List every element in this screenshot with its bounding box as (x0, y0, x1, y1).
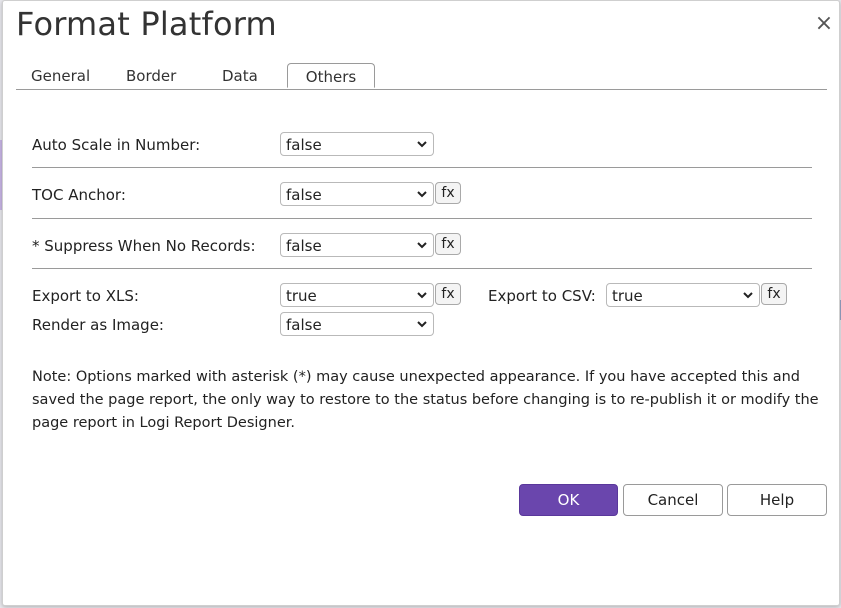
help-button[interactable]: Help (727, 484, 827, 516)
suppress-fx-button[interactable]: fx (435, 233, 461, 255)
chevron-down-icon (417, 242, 427, 249)
toc-anchor-label: TOC Anchor: (32, 186, 126, 204)
auto-scale-value: false (286, 136, 322, 154)
toc-anchor-select[interactable]: false (280, 182, 434, 206)
asterisk-note: Note: Options marked with asterisk (*) m… (32, 369, 819, 431)
export-xls-value: true (286, 287, 317, 305)
chevron-down-icon (743, 292, 753, 299)
tab-others[interactable]: Others (287, 63, 375, 88)
tab-border[interactable]: Border (126, 67, 176, 85)
dialog-title: Format Platform (16, 5, 277, 43)
divider (32, 167, 812, 168)
chevron-down-icon (417, 141, 427, 148)
export-xls-select[interactable]: true (280, 283, 434, 307)
cancel-button[interactable]: Cancel (623, 484, 723, 516)
suppress-label: * Suppress When No Records: (32, 237, 256, 255)
export-xls-fx-button[interactable]: fx (435, 283, 461, 305)
chevron-down-icon (417, 191, 427, 198)
render-image-value: false (286, 316, 322, 334)
tab-bar: General Border Data Others (16, 63, 827, 90)
ok-button[interactable]: OK (519, 484, 618, 516)
auto-scale-select[interactable]: false (280, 132, 434, 156)
tab-data[interactable]: Data (222, 67, 258, 85)
export-csv-label: Export to CSV: (488, 287, 596, 305)
suppress-value: false (286, 237, 322, 255)
render-image-select[interactable]: false (280, 312, 434, 336)
chevron-down-icon (417, 292, 427, 299)
divider (32, 218, 812, 219)
export-csv-value: true (612, 287, 643, 305)
divider (32, 268, 812, 269)
export-xls-label: Export to XLS: (32, 287, 139, 305)
format-platform-dialog: Format Platform × General Border Data Ot… (2, 0, 840, 606)
close-icon[interactable]: × (813, 13, 835, 35)
chevron-down-icon (417, 321, 427, 328)
suppress-select[interactable]: false (280, 233, 434, 257)
export-csv-fx-button[interactable]: fx (761, 283, 787, 305)
toc-anchor-value: false (286, 186, 322, 204)
export-csv-select[interactable]: true (606, 283, 760, 307)
tab-general[interactable]: General (31, 67, 90, 85)
toc-anchor-fx-button[interactable]: fx (435, 182, 461, 204)
render-image-label: Render as Image: (32, 316, 164, 334)
auto-scale-label: Auto Scale in Number: (32, 136, 201, 154)
